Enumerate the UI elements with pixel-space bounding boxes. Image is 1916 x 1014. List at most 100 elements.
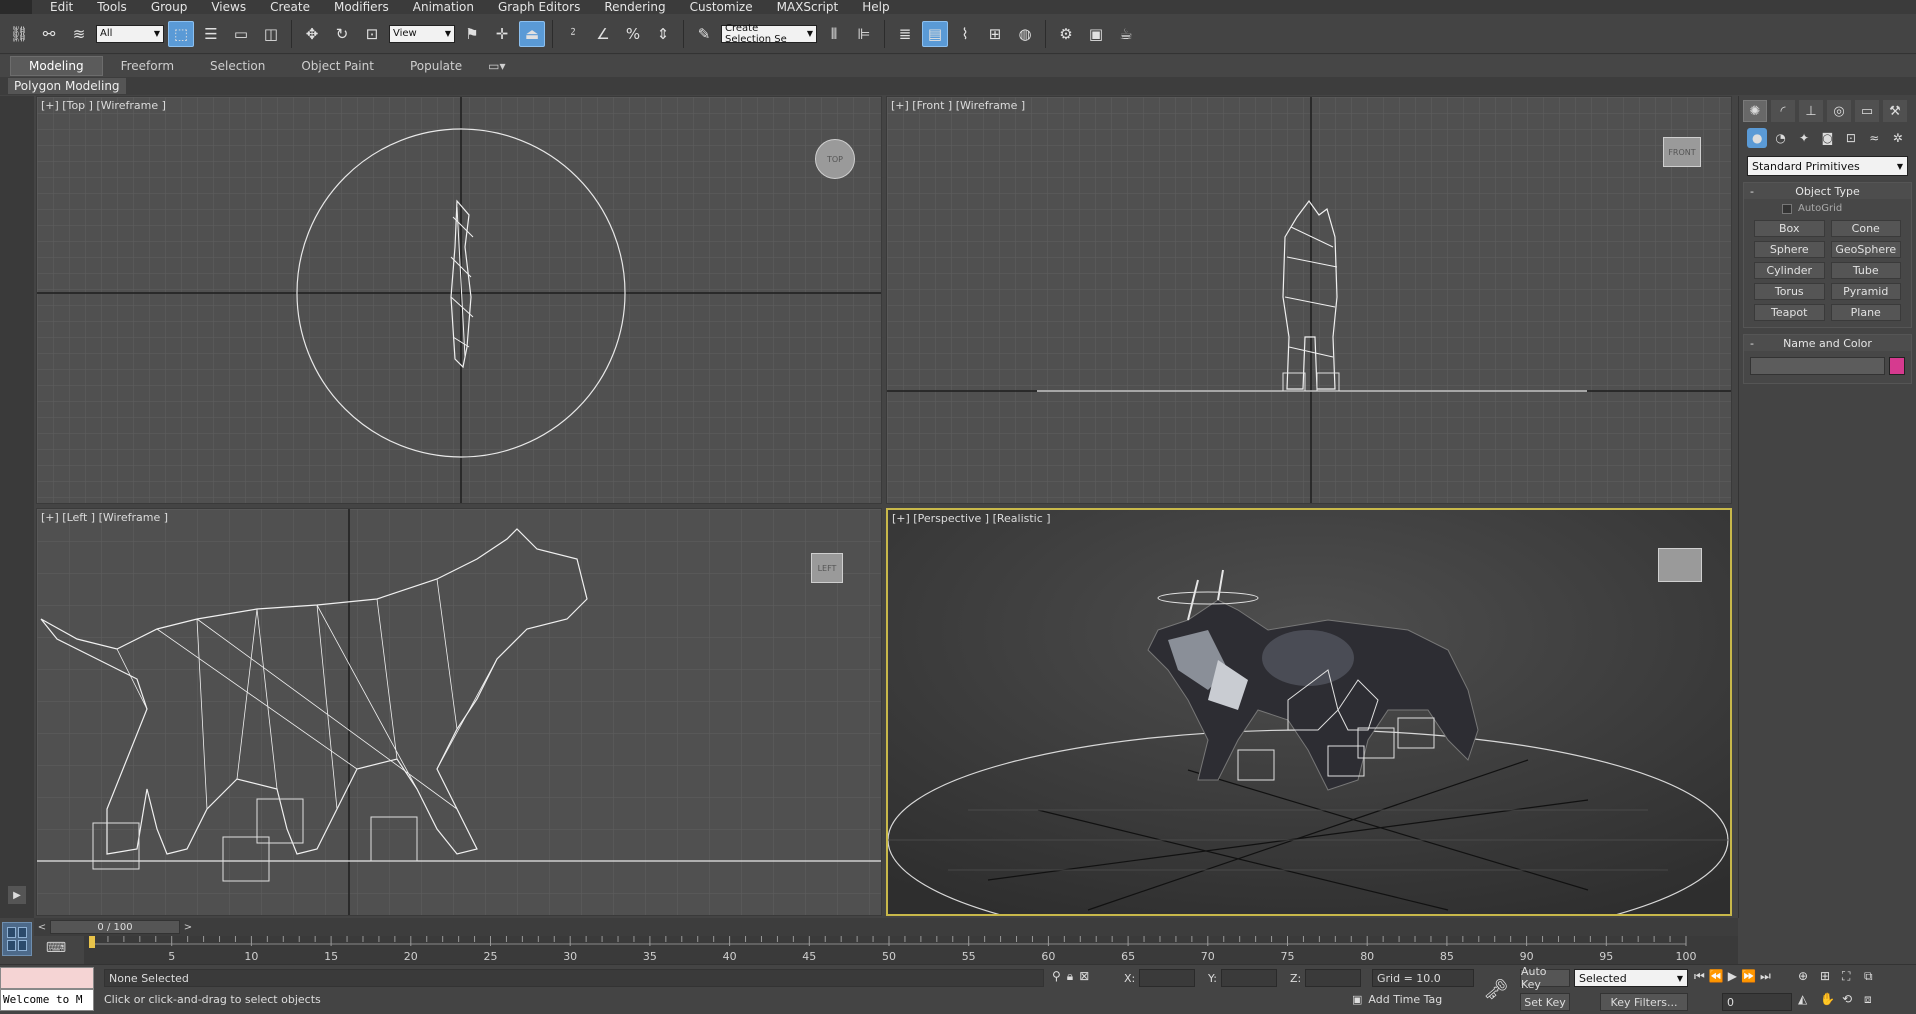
autogrid-checkbox[interactable]: AutoGrid [1782, 203, 1911, 214]
link-icon[interactable]: ⛓ [6, 21, 32, 47]
menu-modifiers[interactable]: Modifiers [334, 0, 389, 14]
teapot-button[interactable]: Teapot [1754, 304, 1825, 321]
object-type-header[interactable]: - Object Type [1744, 183, 1911, 199]
chevron-right-icon[interactable]: > [180, 922, 196, 933]
chevron-left-icon[interactable]: < [34, 922, 50, 933]
x-field[interactable] [1139, 969, 1196, 987]
time-slider[interactable]: < 0 / 100 > [34, 918, 1738, 936]
pan-icon[interactable]: ✋ [1820, 992, 1842, 1007]
zoom-all-icon[interactable]: ⊞ [1820, 969, 1842, 984]
torus-button[interactable]: Torus [1754, 283, 1825, 300]
utilities-tab-icon[interactable]: ⚒ [1883, 100, 1907, 122]
geosphere-button[interactable]: GeoSphere [1830, 241, 1901, 258]
lights-icon[interactable]: ✦ [1794, 128, 1814, 148]
geometry-icon[interactable]: ● [1747, 128, 1768, 148]
play-icon[interactable]: ▶ [8, 886, 26, 904]
viewcube[interactable] [1658, 548, 1702, 582]
select-object-icon[interactable]: ⬚ [168, 20, 194, 47]
menu-edit[interactable]: Edit [50, 0, 73, 14]
viewport-label[interactable]: [+] [Perspective ] [Realistic ] [892, 512, 1051, 525]
modify-tab-icon[interactable]: ◜ [1771, 100, 1795, 122]
tab-selection[interactable]: Selection [192, 57, 283, 75]
object-color-swatch[interactable] [1889, 357, 1905, 375]
zoom-extents-icon[interactable]: ⛶ [1842, 969, 1864, 984]
play-animation-icon[interactable]: ▶ [1728, 969, 1737, 984]
selection-filter-dropdown[interactable]: All ▼ [96, 24, 164, 43]
menu-help[interactable]: Help [862, 0, 889, 14]
helpers-icon[interactable]: ⊡ [1841, 128, 1861, 148]
zoom-extents-all-icon[interactable]: ⧉ [1864, 969, 1886, 984]
set-keys-icon[interactable]: 🗝︎ [1480, 973, 1512, 1005]
tab-freeform[interactable]: Freeform [103, 57, 192, 75]
select-manipulate-icon[interactable]: ✛ [489, 21, 515, 47]
track-bar[interactable]: 5 10 15 20 25 30 35 40 45 50 55 60 65 70 75 80 85 90 95 100 [84, 936, 1738, 964]
go-to-start-icon[interactable]: ⏮ [1694, 969, 1705, 984]
create-tab-icon[interactable]: ✺ [1743, 100, 1767, 122]
menu-group[interactable]: Group [151, 0, 188, 14]
absolute-mode-icon[interactable]: ⊠ [1079, 969, 1089, 984]
unlink-icon[interactable]: ⚯ [36, 21, 62, 47]
mirror-icon[interactable]: ⫴ [821, 21, 847, 47]
isolate-selection-icon[interactable]: ⚲ [1052, 969, 1061, 984]
display-tab-icon[interactable]: ▭ [1855, 100, 1879, 122]
hierarchy-tab-icon[interactable]: ⊥ [1799, 100, 1823, 122]
orbit-icon[interactable]: ⟲ [1842, 992, 1864, 1007]
spinner-snap-icon[interactable]: ⇕ [650, 21, 676, 47]
cylinder-button[interactable]: Cylinder [1754, 262, 1825, 279]
menu-maxscript[interactable]: MAXScript [777, 0, 839, 14]
maximize-viewport-icon[interactable]: ⧈ [1864, 992, 1886, 1007]
key-mode-dropdown[interactable]: Selected ▼ [1574, 969, 1688, 987]
tab-object-paint[interactable]: Object Paint [283, 57, 392, 75]
scale-icon[interactable]: ⊡ [359, 21, 385, 47]
tab-populate[interactable]: Populate [392, 57, 480, 75]
menu-animation[interactable]: Animation [413, 0, 474, 14]
align-icon[interactable]: ⊫ [851, 21, 877, 47]
time-slider-thumb[interactable]: 0 / 100 [50, 920, 180, 934]
viewcube[interactable]: LEFT [811, 553, 843, 583]
angle-snap-icon[interactable]: ∠ [590, 21, 616, 47]
select-by-name-icon[interactable]: ☰ [198, 21, 224, 47]
menu-tools[interactable]: Tools [97, 0, 127, 14]
bind-spacewarp-icon[interactable]: ≋ [66, 21, 92, 47]
rotate-icon[interactable]: ↻ [329, 21, 355, 47]
viewport-label[interactable]: [+] [Top ] [Wireframe ] [41, 99, 166, 112]
add-time-tag[interactable]: ▣ Add Time Tag [1352, 993, 1442, 1006]
app-icon[interactable] [0, 0, 32, 14]
spacewarps-icon[interactable]: ≈ [1864, 128, 1884, 148]
viewport-layout-button[interactable] [2, 922, 32, 956]
schematic-view-icon[interactable]: ⊞ [982, 21, 1008, 47]
viewport-left[interactable]: [+] [Left ] [Wireframe ] LEFT [36, 508, 882, 916]
viewport-top[interactable]: [+] [Top ] [Wireframe ] TOP [36, 96, 882, 504]
material-editor-icon[interactable]: ◍ [1012, 21, 1038, 47]
curve-editor-icon[interactable]: ⌇ [952, 21, 978, 47]
viewcube[interactable]: TOP [815, 139, 855, 179]
plane-button[interactable]: Plane [1830, 304, 1901, 321]
auto-key-button[interactable]: Auto Key [1520, 965, 1570, 991]
maxscript-input[interactable]: Welcome to M [0, 989, 94, 1011]
pyramid-button[interactable]: Pyramid [1830, 283, 1901, 300]
pivot-center-icon[interactable]: ⚑ [459, 21, 485, 47]
zoom-icon[interactable]: ⊕ [1798, 969, 1820, 984]
current-frame-field[interactable]: 0 [1722, 993, 1792, 1011]
set-key-button[interactable]: Set Key [1520, 993, 1570, 1011]
sphere-button[interactable]: Sphere [1754, 241, 1825, 258]
move-icon[interactable]: ✥ [299, 21, 325, 47]
menu-views[interactable]: Views [211, 0, 246, 14]
render-production-icon[interactable]: ☕ [1113, 21, 1139, 47]
cone-button[interactable]: Cone [1830, 220, 1901, 237]
maxscript-output[interactable] [0, 967, 94, 989]
percent-snap-icon[interactable]: % [620, 21, 646, 47]
next-frame-icon[interactable]: ⏩ [1741, 969, 1756, 984]
menu-create[interactable]: Create [270, 0, 310, 14]
viewport-perspective[interactable]: [+] [Perspective ] [Realistic ] [886, 508, 1732, 916]
cameras-icon[interactable]: ◙ [1817, 128, 1837, 148]
viewport-label[interactable]: [+] [Left ] [Wireframe ] [41, 511, 168, 524]
key-filters-button[interactable]: Key Filters... [1600, 993, 1688, 1011]
tab-modeling[interactable]: Modeling [10, 56, 103, 76]
shapes-icon[interactable]: ◔ [1770, 128, 1790, 148]
maxscript-listener[interactable]: Welcome to M [0, 967, 94, 1011]
rendered-frame-window-icon[interactable]: ▣ [1083, 21, 1109, 47]
systems-icon[interactable]: ✲ [1888, 128, 1908, 148]
primitive-type-dropdown[interactable]: Standard Primitives ▼ [1747, 156, 1908, 176]
reference-coordinate-dropdown[interactable]: View ▼ [389, 24, 455, 43]
